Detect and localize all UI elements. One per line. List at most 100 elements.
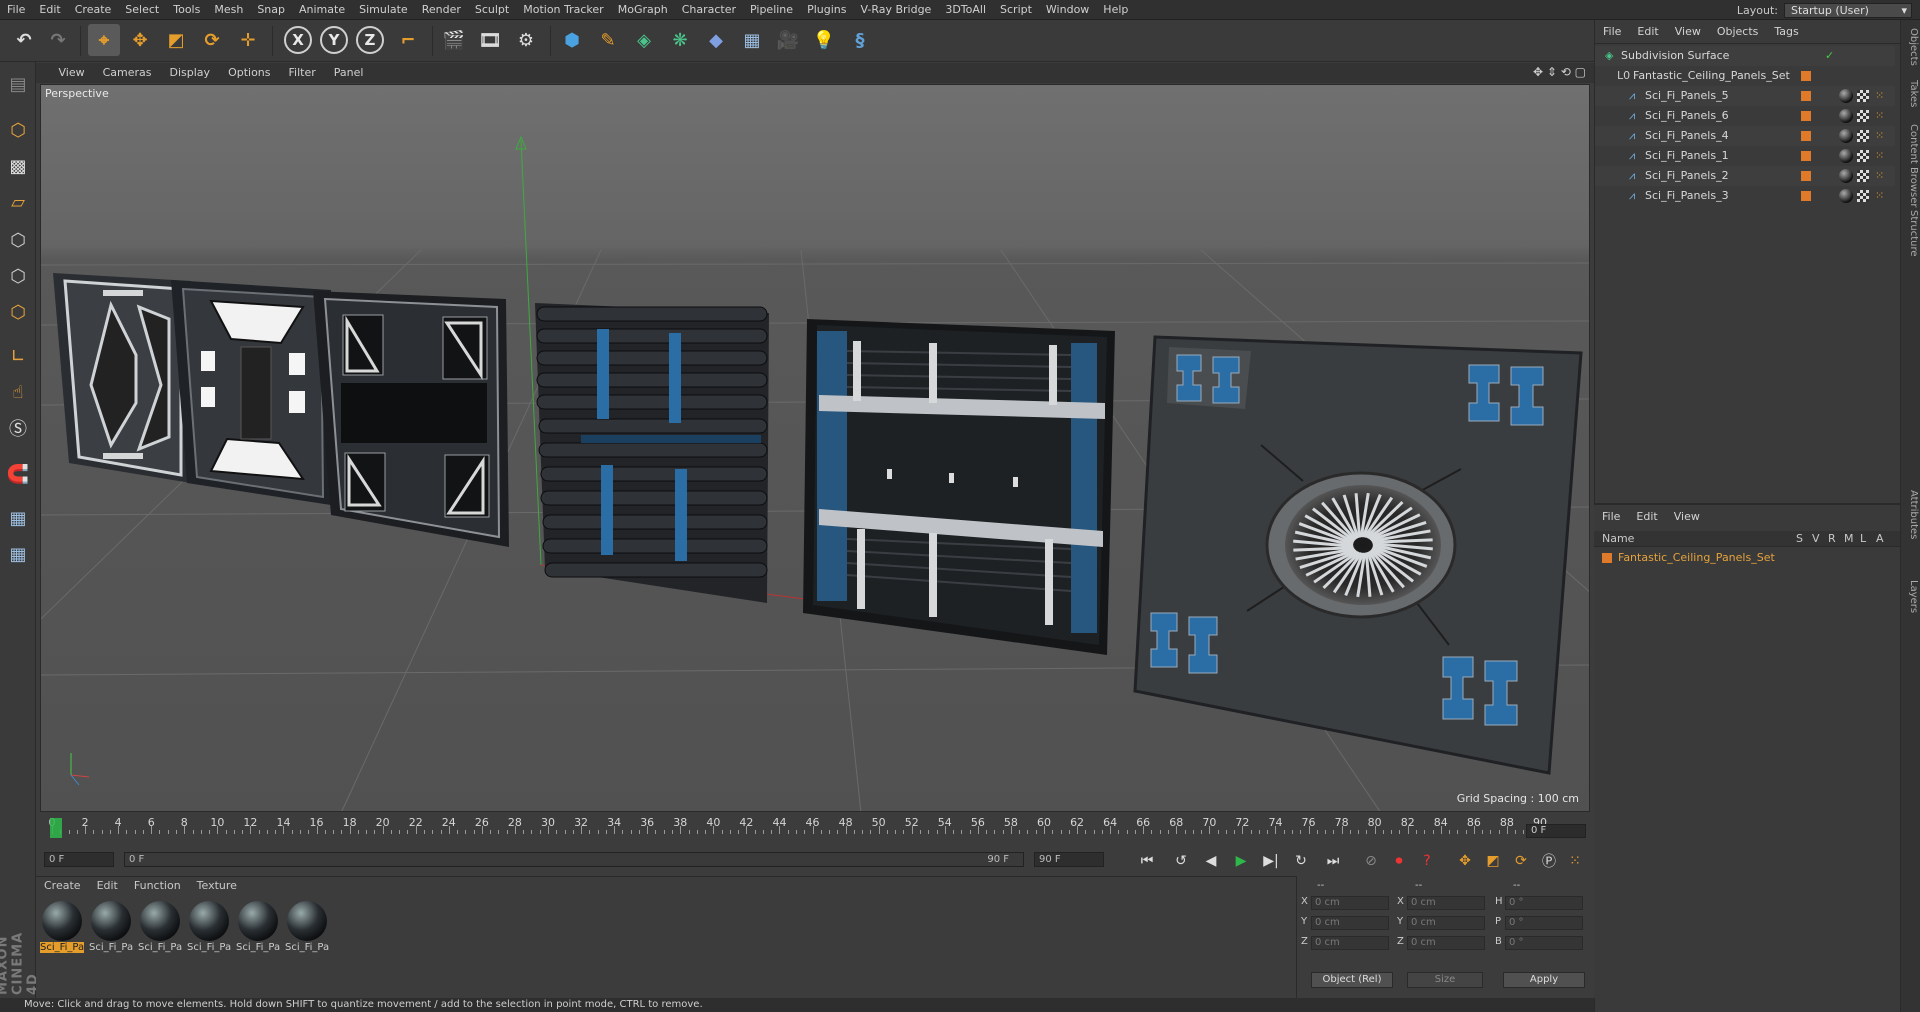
side-tab-attributes[interactable]: Attributes	[1903, 490, 1919, 539]
python-icon[interactable]: §	[844, 24, 876, 56]
menu-render[interactable]: Render	[415, 0, 468, 20]
coordinate-field[interactable]: 0 °	[1505, 896, 1583, 910]
render-view-icon[interactable]: 🎬	[438, 24, 470, 56]
menu-animate[interactable]: Animate	[292, 0, 352, 20]
layer-color-badge[interactable]	[1801, 131, 1811, 141]
array-cloner-icon[interactable]: ❋	[664, 24, 696, 56]
menu-simulate[interactable]: Simulate	[352, 0, 415, 20]
material-menu-texture[interactable]: Texture	[189, 877, 245, 895]
menu-plugins[interactable]: Plugins	[800, 0, 853, 20]
solo-mode-icon[interactable]: Ⓢ	[4, 414, 32, 442]
viewport-menu-display[interactable]: Display	[161, 63, 220, 83]
tweak-mode-icon[interactable]: ☝	[4, 378, 32, 406]
phong-tag-icon[interactable]: ⁙	[1875, 186, 1884, 206]
key-parameter-icon[interactable]: Ⓟ	[1538, 850, 1560, 872]
material-menu-function[interactable]: Function	[126, 877, 189, 895]
workplane-mode-icon[interactable]: ▱	[4, 188, 32, 216]
enabled-check-icon[interactable]: ✓	[1825, 46, 1834, 66]
layer-row[interactable]: Fantastic_Ceiling_Panels_Set	[1594, 549, 1900, 567]
layer-column-header[interactable]: V	[1812, 531, 1820, 547]
current-frame-field[interactable]: 0 F	[1526, 824, 1586, 838]
texture-tag-icon[interactable]	[1857, 150, 1869, 162]
viewport-nav-icons[interactable]: ✥ ⇕ ⟲ ▢	[1533, 65, 1586, 79]
axis-mode-icon[interactable]: ∟	[4, 342, 32, 370]
material-tag-icon[interactable]	[1839, 169, 1853, 183]
menu-edit[interactable]: Edit	[32, 0, 67, 20]
texture-tag-icon[interactable]	[1857, 110, 1869, 122]
y-axis-lock-button[interactable]: Y	[320, 26, 348, 54]
go-to-end-icon[interactable]: ⏭	[1322, 850, 1344, 872]
key-rotation-icon[interactable]: ⟳	[1510, 850, 1532, 872]
layer-color-badge[interactable]	[1801, 71, 1811, 81]
redo-icon[interactable]: ↷	[42, 24, 74, 56]
menu-mesh[interactable]: Mesh	[207, 0, 250, 20]
key-position-icon[interactable]: ✥	[1454, 850, 1476, 872]
texture-mode-icon[interactable]: ▩	[4, 152, 32, 180]
make-editable-icon[interactable]: ▤	[4, 70, 32, 98]
object-row[interactable]: ⩘ Sci_Fi_Panels_1 ⁙	[1595, 146, 1895, 166]
next-frame-icon[interactable]: ▶|	[1260, 850, 1282, 872]
camera-icon[interactable]: 🎥	[772, 24, 804, 56]
material-swatch[interactable]: Sci_Fi_Pa	[285, 901, 329, 959]
menu-motion-tracker[interactable]: Motion Tracker	[516, 0, 610, 20]
viewport-menu-panel[interactable]: Panel	[325, 63, 373, 83]
side-tab-content-browser[interactable]: Content Browser	[1903, 124, 1919, 207]
material-menu-edit[interactable]: Edit	[89, 877, 126, 895]
light-icon[interactable]: 💡	[808, 24, 840, 56]
coordinate-field[interactable]: 0 cm	[1407, 936, 1485, 950]
menu-create[interactable]: Create	[68, 0, 119, 20]
coordinate-field[interactable]: 0 cm	[1311, 936, 1389, 950]
points-mode-icon[interactable]: ⬡	[4, 226, 32, 254]
z-axis-lock-button[interactable]: Z	[356, 26, 384, 54]
rotate-tool-icon[interactable]: ⟳	[196, 24, 228, 56]
viewport-menu-view[interactable]: View	[50, 63, 94, 83]
undo-icon[interactable]: ↶	[8, 24, 40, 56]
material-tag-icon[interactable]	[1839, 109, 1853, 123]
texture-tag-icon[interactable]	[1857, 190, 1869, 202]
material-menu-create[interactable]: Create	[36, 877, 89, 895]
edges-mode-icon[interactable]: ⬡	[4, 262, 32, 290]
play-icon[interactable]: ▶	[1230, 850, 1252, 872]
layer-color-badge[interactable]	[1801, 171, 1811, 181]
menu-3dtoall[interactable]: 3DToAll	[938, 0, 993, 20]
material-swatch[interactable]: Sci_Fi_Pa	[236, 901, 280, 959]
object-menu-edit[interactable]: Edit	[1629, 20, 1666, 44]
cube-primitive-icon[interactable]: ⬢	[556, 24, 588, 56]
object-row[interactable]: ◈ Subdivision Surface ✓	[1595, 46, 1895, 66]
material-swatch[interactable]: Sci_Fi_Pa	[89, 901, 133, 959]
go-to-start-icon[interactable]: ⏮	[1136, 850, 1158, 872]
coordinate-field[interactable]: 0 cm	[1311, 916, 1389, 930]
menu-pipeline[interactable]: Pipeline	[743, 0, 800, 20]
live-selection-icon[interactable]: ⌖	[88, 24, 120, 56]
layer-column-header[interactable]: S	[1796, 531, 1803, 547]
perspective-viewport[interactable]: Perspective Grid Spacing : 100 cm	[40, 84, 1590, 812]
phong-tag-icon[interactable]: ⁙	[1875, 106, 1884, 126]
x-axis-lock-button[interactable]: X	[284, 26, 312, 54]
deformer-icon[interactable]: ◆	[700, 24, 732, 56]
scale-tool-icon[interactable]: ◩	[160, 24, 192, 56]
layer-color-badge[interactable]	[1801, 111, 1811, 121]
layer-column-header[interactable]: A	[1876, 531, 1884, 547]
side-tab-objects[interactable]: Objects	[1903, 28, 1919, 66]
model-mode-icon[interactable]: ⬡	[4, 116, 32, 144]
coordinate-mode-dropdown[interactable]: Object (Rel)	[1311, 972, 1393, 988]
phong-tag-icon[interactable]: ⁙	[1875, 146, 1884, 166]
planar-workplane-icon[interactable]: ▦	[4, 540, 32, 568]
side-tab-layers[interactable]: Layers	[1903, 580, 1919, 613]
object-menu-tags[interactable]: Tags	[1766, 20, 1806, 44]
snap-magnet-icon[interactable]: 🧲	[4, 460, 32, 488]
transform-tool-icon[interactable]: ✛	[232, 24, 264, 56]
material-tag-icon[interactable]	[1839, 129, 1853, 143]
move-tool-icon[interactable]: ✥	[124, 24, 156, 56]
menu-sculpt[interactable]: Sculpt	[468, 0, 516, 20]
menu-help[interactable]: Help	[1096, 0, 1135, 20]
subdivision-surface-icon[interactable]: ◈	[628, 24, 660, 56]
side-tab-structure[interactable]: Structure	[1903, 210, 1919, 257]
coordinate-field[interactable]: 0 °	[1505, 936, 1583, 950]
layer-color-badge[interactable]	[1801, 191, 1811, 201]
viewport-menu-options[interactable]: Options	[219, 63, 279, 83]
material-swatch[interactable]: Sci_Fi_Pa	[138, 901, 182, 959]
viewport-menu-cameras[interactable]: Cameras	[94, 63, 161, 83]
object-menu-objects[interactable]: Objects	[1709, 20, 1767, 44]
previous-frame-icon[interactable]: ◀	[1200, 850, 1222, 872]
